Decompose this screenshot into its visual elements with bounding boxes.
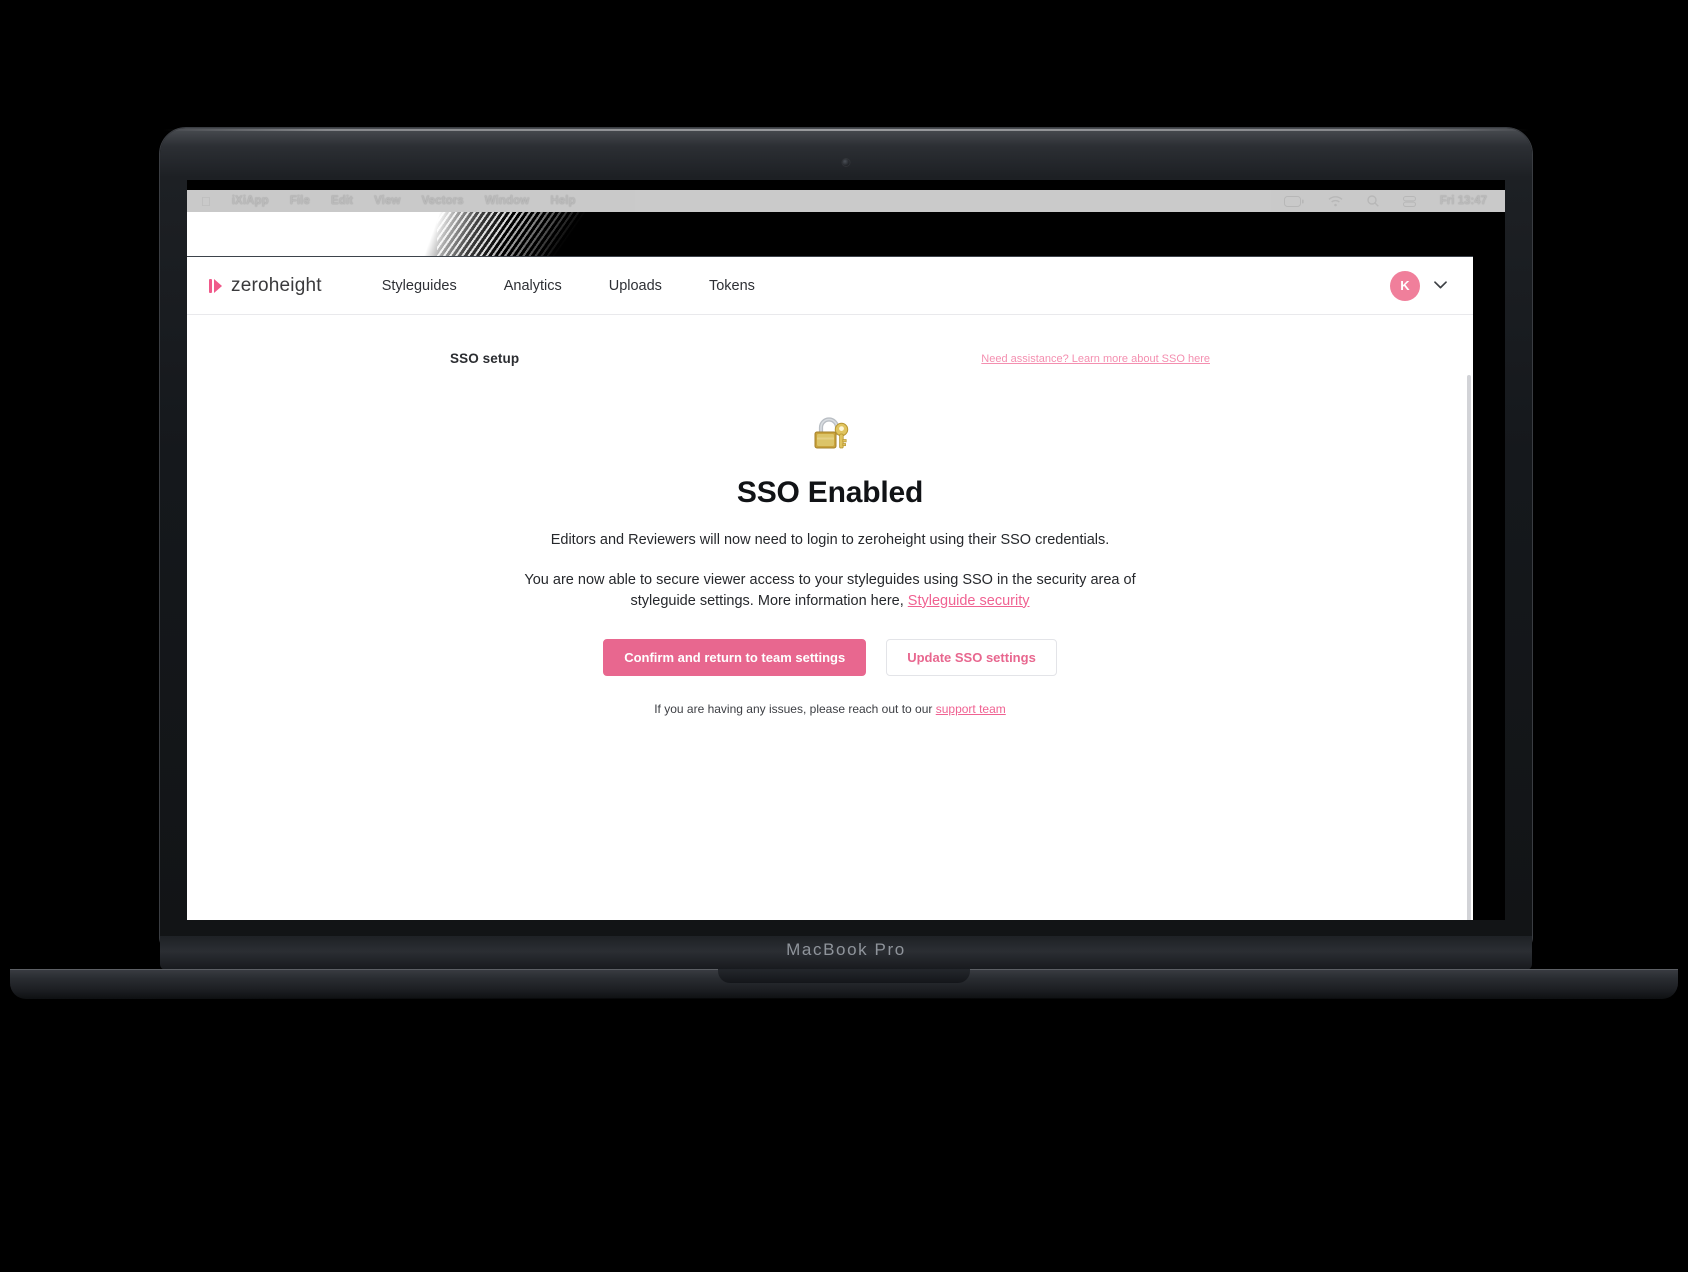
page-content: SSO setup Need assistance? Learn more ab…	[187, 315, 1473, 920]
menu-item-help[interactable]: Help	[550, 195, 575, 207]
hero-paragraph: You are now able to secure viewer access…	[500, 570, 1160, 611]
locked-with-key-icon	[187, 412, 1473, 456]
device-brand-label: MacBook Pro	[786, 940, 906, 959]
laptop-screen:  iXiApp File Edit View Vectors Window H…	[187, 180, 1505, 920]
nav-account-area: K	[1390, 270, 1447, 301]
zeroheight-logo-icon	[209, 278, 222, 293]
support-note: If you are having any issues, please rea…	[187, 702, 1473, 716]
hero-subtitle: Editors and Reviewers will now need to l…	[550, 532, 1110, 548]
chevron-down-icon[interactable]	[1434, 280, 1447, 292]
menu-bar-clock[interactable]: Fri 13:47	[1440, 195, 1487, 207]
menu-item-edit[interactable]: Edit	[331, 195, 353, 207]
styleguide-security-link[interactable]: Styleguide security	[908, 593, 1030, 609]
hero-section: SSO Enabled Editors and Reviewers will n…	[187, 412, 1473, 716]
nav-item-uploads[interactable]: Uploads	[609, 278, 662, 294]
menu-item-app[interactable]: iXiApp	[232, 195, 269, 207]
main-nav-links: Styleguides Analytics Uploads Tokens	[382, 278, 755, 294]
laptop-notch	[718, 969, 970, 983]
menu-item-file[interactable]: File	[290, 195, 310, 207]
menu-item-window[interactable]: Window	[485, 195, 530, 207]
apple-icon[interactable]: 	[201, 195, 211, 208]
menu-bar-left:  iXiApp File Edit View Vectors Window H…	[201, 195, 576, 208]
page-title: SSO setup	[450, 351, 520, 366]
support-note-text: If you are having any issues, please rea…	[654, 702, 933, 717]
app-window: zeroheight Styleguides Analytics Uploads…	[187, 256, 1473, 920]
menu-item-view[interactable]: View	[374, 195, 400, 207]
hero-paragraph-text: You are now able to secure viewer access…	[524, 572, 1136, 609]
vertical-scrollbar[interactable]	[1467, 375, 1471, 920]
menu-bar-status-area: Fri 13:47	[1283, 195, 1491, 207]
avatar[interactable]: K	[1390, 270, 1420, 301]
macos-menu-bar[interactable]:  iXiApp File Edit View Vectors Window H…	[187, 190, 1505, 212]
laptop-chin: MacBook Pro	[160, 936, 1532, 970]
update-sso-settings-button[interactable]: Update SSO settings	[886, 639, 1057, 677]
support-team-link[interactable]: support team	[936, 702, 1006, 716]
laptop-base: MacBook Pro	[0, 936, 1688, 1024]
menu-item-vectors[interactable]: Vectors	[422, 195, 464, 207]
battery-icon[interactable]	[1283, 195, 1304, 207]
zeroheight-logo-text: zeroheight	[231, 274, 322, 296]
action-button-row: Confirm and return to team settings Upda…	[187, 639, 1473, 677]
nav-item-styleguides[interactable]: Styleguides	[382, 278, 457, 294]
laptop-shadow	[120, 998, 1568, 1024]
search-icon[interactable]	[1366, 195, 1379, 207]
page-header-row: SSO setup Need assistance? Learn more ab…	[450, 351, 1210, 366]
nav-item-analytics[interactable]: Analytics	[504, 278, 562, 294]
zeroheight-logo[interactable]: zeroheight	[209, 275, 322, 297]
wifi-icon[interactable]	[1328, 195, 1343, 207]
laptop-body:  iXiApp File Edit View Vectors Window H…	[160, 128, 1532, 948]
control-center-icon[interactable]	[1402, 195, 1416, 207]
screen-artifact-dither	[437, 212, 597, 256]
screenshot-stage:  iXiApp File Edit View Vectors Window H…	[0, 0, 1688, 1272]
nav-item-tokens[interactable]: Tokens	[709, 278, 755, 294]
hero-title: SSO Enabled	[736, 476, 924, 509]
top-navigation-bar: zeroheight Styleguides Analytics Uploads…	[187, 257, 1473, 315]
sso-help-link[interactable]: Need assistance? Learn more about SSO he…	[981, 351, 1210, 365]
webcam-icon	[842, 159, 850, 166]
confirm-return-button[interactable]: Confirm and return to team settings	[603, 639, 867, 677]
